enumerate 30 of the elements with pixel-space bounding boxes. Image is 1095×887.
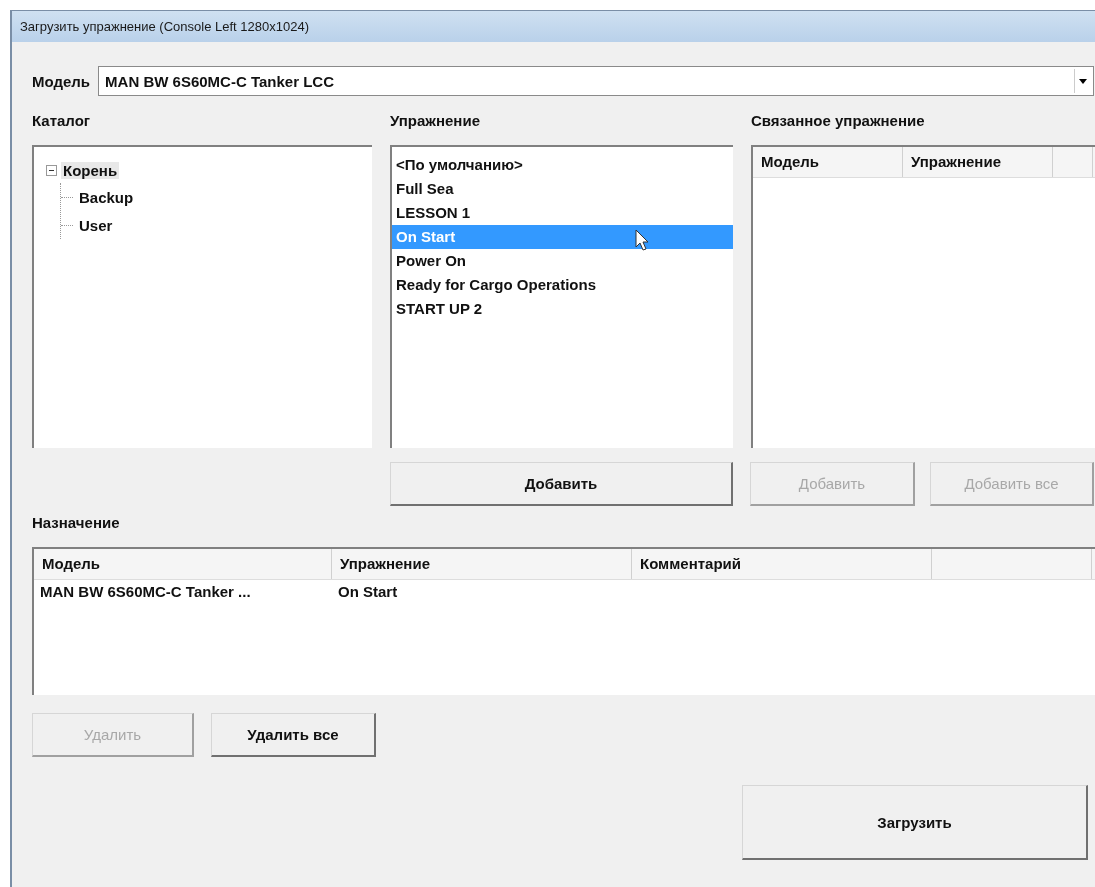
load-button[interactable]: Загрузить bbox=[742, 785, 1088, 860]
column-header[interactable]: Упражнение bbox=[903, 147, 1053, 177]
list-item[interactable]: <По умолчанию> bbox=[392, 153, 733, 177]
model-label: Модель bbox=[32, 72, 91, 90]
section-heading: Назначение bbox=[32, 514, 120, 531]
section-heading: Связанное упражнение bbox=[751, 112, 926, 129]
dropdown-arrow-icon bbox=[1079, 78, 1087, 84]
window-title: Загрузить упражнение (Console Left 1280x1024) bbox=[20, 19, 309, 34]
column-header[interactable]: Комментарий bbox=[632, 549, 932, 579]
tree-item[interactable]: Корень bbox=[61, 161, 120, 179]
mouse-pointer-icon bbox=[635, 229, 649, 251]
model-dropdown[interactable]: MAN BW 6S60MC-C Tanker LCC bbox=[98, 66, 1094, 96]
table-cell-text: On Start bbox=[337, 582, 399, 602]
section-heading: Упражнение bbox=[390, 112, 481, 129]
collapse-icon[interactable] bbox=[46, 164, 57, 176]
list-item[interactable]: LESSON 1 bbox=[392, 201, 733, 225]
remove-all-button[interactable]: Удалить все bbox=[211, 713, 376, 757]
tree-item[interactable]: User bbox=[77, 216, 115, 234]
column-header[interactable]: Упражнение bbox=[332, 549, 632, 579]
column-header[interactable]: Модель bbox=[753, 147, 903, 177]
add-button[interactable]: Добавить bbox=[390, 462, 733, 506]
list-item[interactable]: START UP 2 bbox=[392, 297, 733, 321]
tree-item[interactable]: Backup bbox=[77, 188, 136, 206]
column-header[interactable]: Модель bbox=[34, 549, 332, 579]
section-heading: Каталог bbox=[32, 112, 92, 129]
list-item[interactable]: Full Sea bbox=[392, 177, 733, 201]
model-value: MAN BW 6S60MC-C Tanker LCC bbox=[105, 72, 335, 90]
list-item[interactable]: Power On bbox=[392, 249, 733, 273]
table-cell-text: MAN BW 6S60MC-C Tanker ... bbox=[39, 582, 252, 602]
list-item[interactable]: Ready for Cargo Operations bbox=[392, 273, 733, 297]
